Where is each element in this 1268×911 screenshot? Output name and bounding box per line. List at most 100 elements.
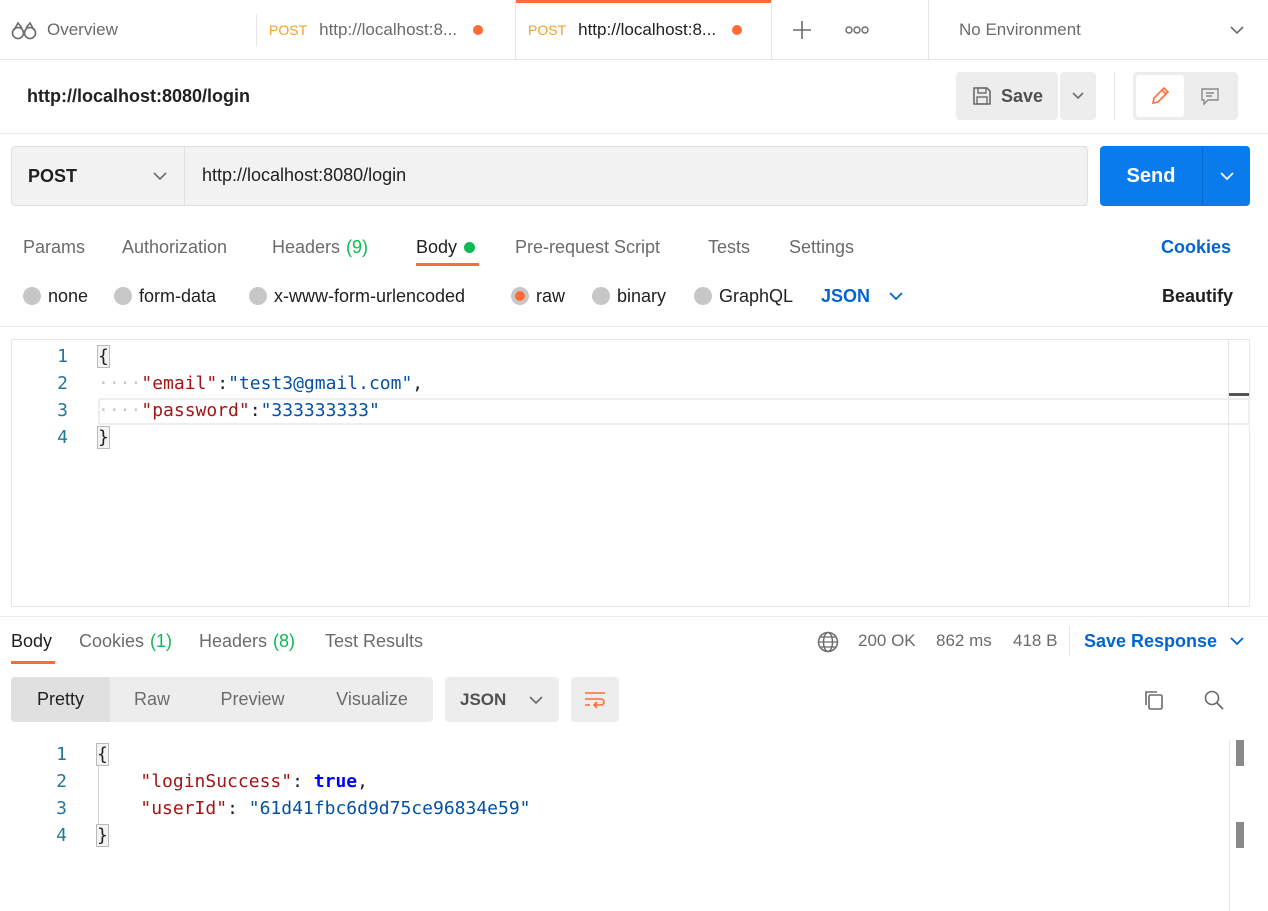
request-body-editor[interactable]: 1 2 3 4 { ····"email":"test3@gmail.com",… (11, 339, 1250, 607)
response-tab-test-results[interactable]: Test Results (325, 626, 423, 656)
line-number: 2 (56, 771, 67, 792)
search-button[interactable] (1202, 688, 1226, 712)
body-set-indicator (464, 241, 476, 253)
line-number: 1 (56, 744, 67, 765)
cookies-count: (1) (150, 630, 173, 651)
response-format-label: JSON (460, 689, 507, 709)
more-tabs-button[interactable] (844, 22, 870, 38)
cookies-link[interactable]: Cookies (1161, 229, 1231, 265)
save-response-button[interactable]: Save Response (1084, 626, 1245, 656)
tab-params[interactable]: Params (23, 229, 85, 265)
wrap-lines-icon (585, 691, 605, 709)
radio-button (592, 287, 610, 305)
radio-binary[interactable]: binary (592, 283, 666, 309)
tab-method: POST (269, 22, 308, 38)
send-options-button[interactable] (1203, 146, 1250, 206)
response-tab-body[interactable]: Body (11, 626, 52, 656)
method-selector[interactable]: POST (12, 147, 185, 205)
scrollbar-track[interactable] (1229, 740, 1230, 911)
body-format-selector[interactable]: JSON (821, 283, 904, 309)
beautify-link[interactable]: Beautify (1162, 283, 1233, 309)
tab-body-label: Body (416, 236, 458, 257)
unsaved-dot (732, 25, 743, 35)
view-preview[interactable]: Preview (194, 677, 311, 722)
json-key: "password" (141, 400, 250, 421)
radio-label: form-data (139, 285, 217, 306)
tab-overview-label: Overview (47, 20, 118, 39)
tab-request-2[interactable]: POST http://localhost:8... (515, 0, 772, 60)
chevron-down-icon (529, 695, 543, 704)
line-number: 3 (57, 400, 68, 421)
tab-authorization[interactable]: Authorization (122, 229, 227, 265)
scrollbar-marker (1236, 740, 1244, 766)
tab-body[interactable]: Body (416, 229, 476, 265)
tab-url: http://localhost:8... (319, 20, 458, 39)
tab-overview[interactable]: Overview (0, 0, 256, 60)
headers-count: (8) (273, 630, 296, 651)
radio-none[interactable]: none (23, 283, 88, 309)
code-line-4: } (97, 426, 110, 449)
request-bar: POST http://localhost:8080/login (11, 146, 1088, 206)
save-options-button[interactable] (1060, 72, 1096, 120)
copy-button[interactable] (1142, 688, 1166, 712)
code-lines: 1 2 3 4 { ····"email":"test3@gmail.com",… (12, 342, 1250, 452)
response-status[interactable]: 200 OK (858, 626, 916, 656)
tab-request-1[interactable]: POST http://localhost:8... (257, 0, 514, 60)
response-format-selector[interactable]: JSON (445, 677, 559, 722)
body-format-label: JSON (821, 285, 871, 306)
code-line-2: "loginSuccess": true, (140, 771, 368, 792)
indent-guide: ···· (98, 373, 142, 394)
view-visualize[interactable]: Visualize (311, 677, 433, 722)
url-input[interactable]: http://localhost:8080/login (202, 165, 406, 186)
chevron-down-icon (1230, 637, 1244, 646)
copy-icon (1145, 691, 1163, 710)
radio-raw[interactable]: raw (511, 283, 565, 309)
more-icon (845, 26, 869, 34)
tab-settings[interactable]: Settings (789, 229, 854, 265)
tab-tests[interactable]: Tests (708, 229, 750, 265)
indent-guide: ···· (98, 400, 142, 421)
divider (0, 326, 1268, 327)
divider (0, 616, 1268, 617)
wrap-lines-button[interactable] (571, 677, 619, 722)
network-info-button[interactable] (816, 630, 840, 654)
new-tab-button[interactable] (790, 18, 814, 42)
active-subtab-indicator (416, 263, 479, 266)
send-button[interactable]: Send (1100, 146, 1202, 206)
headers-count: (9) (346, 236, 369, 257)
tab-prerequest-script[interactable]: Pre-request Script (515, 229, 660, 265)
radio-graphql[interactable]: GraphQL (694, 283, 793, 309)
radio-urlencoded[interactable]: x-www-form-urlencoded (249, 283, 465, 309)
response-tab-cookies[interactable]: Cookies (1) (79, 626, 172, 656)
tab-headers-label: Headers (272, 236, 341, 257)
line-number: 4 (56, 825, 67, 846)
code-line-1: { (96, 743, 109, 766)
code-line-2: ····"email":"test3@gmail.com", (98, 373, 424, 394)
divider (1069, 626, 1070, 656)
scrollbar-track[interactable] (1228, 340, 1229, 606)
globe-icon (817, 631, 839, 653)
view-pretty[interactable]: Pretty (11, 677, 110, 722)
scrollbar-marker (1229, 393, 1249, 396)
response-body-viewer[interactable]: 1 2 3 4 { "loginSuccess": true, "userId"… (11, 740, 1227, 860)
view-raw[interactable]: Raw (110, 677, 194, 722)
code-line-4: } (96, 824, 109, 847)
response-size[interactable]: 418 B (1013, 626, 1057, 656)
json-key: "loginSuccess" (140, 771, 293, 792)
edit-mode-button[interactable] (1136, 75, 1184, 117)
tab-headers[interactable]: Headers (9) (272, 229, 368, 265)
comments-button[interactable] (1184, 75, 1236, 117)
save-button[interactable]: Save (956, 72, 1058, 120)
environment-selector[interactable]: No Environment (928, 0, 1268, 60)
radio-form-data[interactable]: form-data (114, 283, 216, 309)
close-brace: } (97, 426, 110, 449)
code-line-3: "userId": "61d41fbc6d9d75ce96834e59" (140, 798, 531, 819)
tab-bar: Overview POST http://localhost:8... POST… (0, 0, 1268, 60)
response-tab-headers[interactable]: Headers (8) (199, 626, 295, 656)
active-response-tab-indicator (11, 661, 55, 664)
save-label: Save (1000, 85, 1044, 106)
response-time[interactable]: 862 ms (936, 626, 992, 656)
code-line-1: { (97, 345, 110, 368)
tab-method: POST (528, 22, 567, 38)
request-title[interactable]: http://localhost:8080/login (27, 86, 250, 107)
